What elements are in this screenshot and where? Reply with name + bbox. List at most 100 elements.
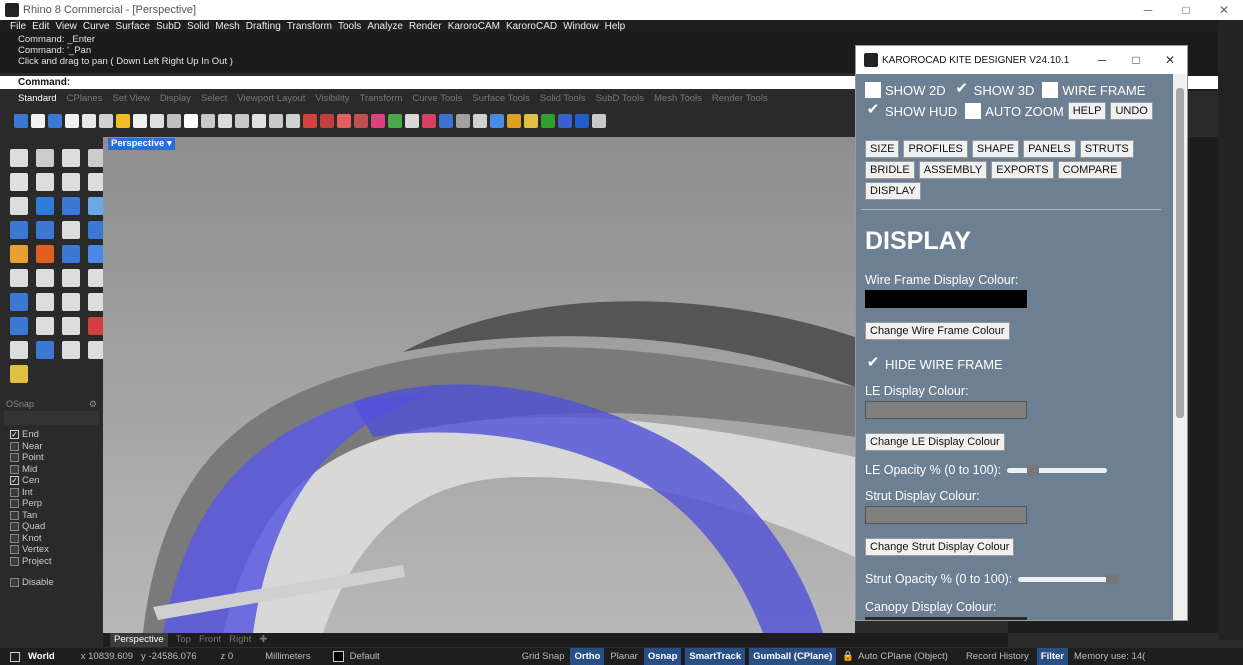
tool-icon[interactable]: [422, 114, 436, 128]
toolbar-tab-mesh-tools[interactable]: Mesh Tools: [654, 91, 702, 107]
strut-opacity-slider[interactable]: [1018, 573, 1119, 585]
viewport-tab-right[interactable]: Right: [229, 633, 251, 647]
nav-assembly-button[interactable]: ASSEMBLY: [918, 161, 988, 179]
tool-icon[interactable]: [10, 365, 28, 383]
tool-icon[interactable]: [36, 269, 54, 287]
osnap-item-int[interactable]: Int: [0, 487, 103, 499]
checkbox[interactable]: [10, 522, 19, 532]
tool-icon[interactable]: [36, 149, 54, 167]
nav-panels-button[interactable]: PANELS: [1023, 140, 1076, 158]
tool-icon[interactable]: [36, 173, 54, 191]
tool-icon[interactable]: [575, 114, 589, 128]
gear-icon[interactable]: ⚙: [89, 399, 97, 409]
tool-icon[interactable]: [62, 221, 80, 239]
toolbar-tab-transform[interactable]: Transform: [359, 91, 402, 107]
tool-icon[interactable]: [320, 114, 334, 128]
slider-knob[interactable]: [1026, 464, 1039, 476]
tool-icon[interactable]: [62, 269, 80, 287]
maximize-button[interactable]: □: [1167, 0, 1205, 20]
le-opacity-slider[interactable]: [1007, 464, 1108, 476]
command-prompt[interactable]: Command:: [0, 76, 855, 89]
tool-icon[interactable]: [10, 269, 28, 287]
osnap-item-perp[interactable]: Perp: [0, 498, 103, 510]
tool-icon[interactable]: [592, 114, 606, 128]
tool-icon[interactable]: [150, 114, 164, 128]
filter-toggle[interactable]: Filter: [1036, 648, 1068, 665]
menu-item-mesh[interactable]: Mesh: [215, 20, 239, 33]
perspective-viewport[interactable]: Perspective ▾: [103, 137, 855, 633]
tool-icon[interactable]: [36, 341, 54, 359]
auto-zoom-checkbox[interactable]: [965, 103, 982, 119]
toolbar-tab-standard[interactable]: Standard: [18, 91, 57, 107]
tool-icon[interactable]: [524, 114, 538, 128]
checkbox[interactable]: [10, 533, 19, 543]
toolbar-tab-cplanes[interactable]: CPlanes: [67, 91, 103, 107]
tool-icon[interactable]: [201, 114, 215, 128]
tool-icon[interactable]: [10, 245, 28, 263]
nav-profiles-button[interactable]: PROFILES: [903, 140, 968, 158]
menu-item-drafting[interactable]: Drafting: [246, 20, 281, 33]
tool-icon[interactable]: [541, 114, 555, 128]
tool-icon[interactable]: [62, 245, 80, 263]
dialog-minimize-button[interactable]: ─: [1085, 53, 1119, 67]
tool-icon[interactable]: [36, 245, 54, 263]
tool-icon[interactable]: [48, 114, 62, 128]
cplane-world[interactable]: World: [28, 651, 55, 662]
checkbox[interactable]: [10, 487, 19, 497]
close-button[interactable]: ✕: [1205, 0, 1243, 20]
panel-toggle-icon[interactable]: [10, 651, 20, 662]
menu-item-edit[interactable]: Edit: [32, 20, 49, 33]
toolbar-tab-curve-tools[interactable]: Curve Tools: [412, 91, 462, 107]
checkbox[interactable]: [10, 578, 19, 588]
checkbox[interactable]: [10, 556, 19, 566]
auto-cplane-toggle[interactable]: Auto CPlane (Object): [858, 651, 948, 662]
toolbar-tab-subd-tools[interactable]: SubD Tools: [596, 91, 644, 107]
viewport-tab-add[interactable]: ✚: [259, 633, 267, 647]
grid-snap-toggle[interactable]: Grid Snap: [522, 651, 565, 662]
dialog-maximize-button[interactable]: □: [1119, 53, 1153, 67]
tool-icon[interactable]: [10, 317, 28, 335]
menu-item-tools[interactable]: Tools: [338, 20, 361, 33]
tool-icon[interactable]: [62, 317, 80, 335]
tool-icon[interactable]: [62, 341, 80, 359]
tool-icon[interactable]: [116, 114, 130, 128]
menu-item-render[interactable]: Render: [409, 20, 442, 33]
osnap-item-vertex[interactable]: Vertex: [0, 544, 103, 556]
checkbox[interactable]: [10, 453, 19, 463]
viewport-label[interactable]: Perspective ▾: [108, 138, 175, 150]
tool-icon[interactable]: [10, 293, 28, 311]
tool-icon[interactable]: [558, 114, 572, 128]
nav-display-button[interactable]: DISPLAY: [865, 182, 921, 200]
viewport-tab-front[interactable]: Front: [199, 633, 221, 647]
tool-icon[interactable]: [133, 114, 147, 128]
viewport-tab-perspective[interactable]: Perspective: [110, 633, 168, 647]
toolbar-tab-render-tools[interactable]: Render Tools: [712, 91, 768, 107]
tool-icon[interactable]: [167, 114, 181, 128]
menu-item-view[interactable]: View: [55, 20, 77, 33]
menu-item-curve[interactable]: Curve: [83, 20, 110, 33]
tool-icon[interactable]: [388, 114, 402, 128]
osnap-item-knot[interactable]: Knot: [0, 533, 103, 545]
toolbar-tab-select[interactable]: Select: [201, 91, 227, 107]
slider-knob[interactable]: [1106, 573, 1119, 585]
menu-item-surface[interactable]: Surface: [116, 20, 150, 33]
tool-icon[interactable]: [269, 114, 283, 128]
wire-frame-checkbox[interactable]: [1042, 82, 1059, 98]
hide-wire-frame-checkbox[interactable]: ✔: [865, 355, 881, 372]
tool-icon[interactable]: [10, 173, 28, 191]
checkbox[interactable]: ✓: [10, 476, 19, 486]
tool-icon[interactable]: [184, 114, 198, 128]
toolbar-tab-display[interactable]: Display: [160, 91, 191, 107]
osnap-item-end[interactable]: ✓ End: [0, 429, 103, 441]
checkbox[interactable]: ✓: [10, 430, 19, 440]
tool-icon[interactable]: [62, 293, 80, 311]
menu-item-file[interactable]: File: [10, 20, 26, 33]
dialog-close-button[interactable]: ✕: [1153, 53, 1187, 67]
checkbox[interactable]: [10, 499, 19, 509]
tool-icon[interactable]: [354, 114, 368, 128]
tool-icon[interactable]: [405, 114, 419, 128]
show-3d-checkbox[interactable]: ✔: [954, 81, 970, 98]
tool-icon[interactable]: [36, 197, 54, 215]
show-2d-checkbox[interactable]: [865, 82, 881, 98]
menu-item-window[interactable]: Window: [563, 20, 599, 33]
